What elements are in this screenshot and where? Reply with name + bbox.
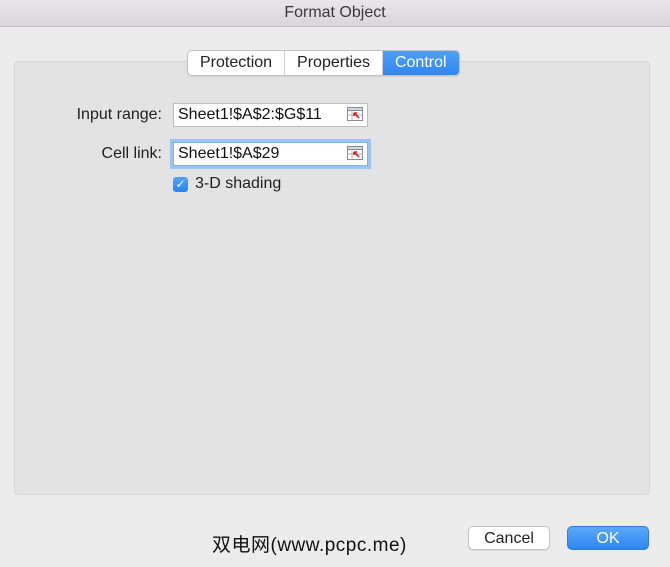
input-range-value: Sheet1!$A$2:$G$11 xyxy=(178,106,322,123)
input-range-label: Input range: xyxy=(76,106,162,123)
ok-button[interactable]: OK xyxy=(567,526,649,550)
shading-label[interactable]: 3-D shading xyxy=(195,175,281,193)
tab-control[interactable]: Control xyxy=(382,51,459,75)
cell-link-label: Cell link: xyxy=(101,145,162,162)
watermark-text: 双电网(www.pcpc.me) xyxy=(212,535,407,556)
cell-link-value: Sheet1!$A$29 xyxy=(178,145,280,162)
window-title: Format Object xyxy=(0,0,670,27)
shading-checkbox[interactable]: ✓ xyxy=(173,177,188,192)
input-range-field[interactable]: Sheet1!$A$2:$G$11 xyxy=(173,103,368,127)
range-selector-icon[interactable] xyxy=(347,107,363,121)
tab-properties[interactable]: Properties xyxy=(285,51,383,75)
cancel-button[interactable]: Cancel xyxy=(468,526,550,550)
range-selector-icon[interactable] xyxy=(347,146,363,160)
tab-protection[interactable]: Protection xyxy=(188,51,286,75)
tab-bar: Protection Properties Control xyxy=(187,50,460,76)
cell-link-field[interactable]: Sheet1!$A$29 xyxy=(173,142,368,166)
checkmark-icon: ✓ xyxy=(175,177,186,191)
